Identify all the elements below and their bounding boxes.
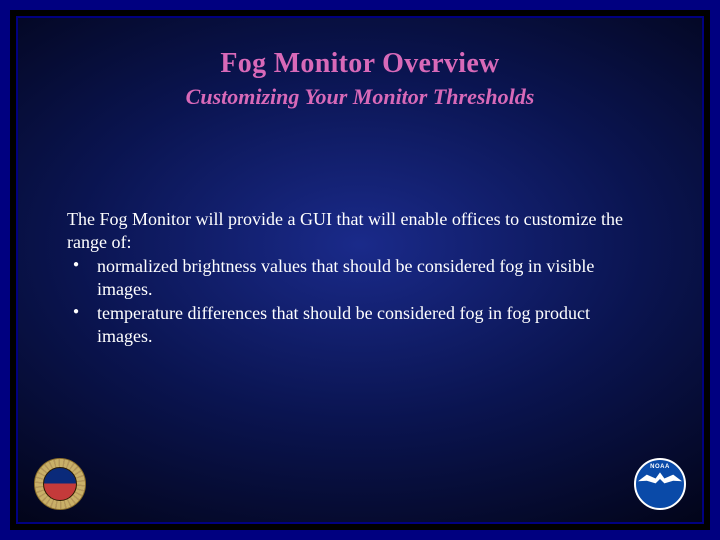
logo-row: NOAA xyxy=(34,458,686,510)
bullet-list: normalized brightness values that should… xyxy=(67,255,633,348)
slide-outer-frame: Fog Monitor Overview Customizing Your Mo… xyxy=(0,0,720,540)
noaa-label: NOAA xyxy=(636,464,684,470)
slide-body: The Fog Monitor will provide a GUI that … xyxy=(63,208,657,348)
intro-text: The Fog Monitor will provide a GUI that … xyxy=(67,208,633,254)
noaa-logo-icon: NOAA xyxy=(634,458,686,510)
slide-title: Fog Monitor Overview xyxy=(63,48,657,80)
nws-seal-icon xyxy=(34,458,86,510)
list-item: normalized brightness values that should… xyxy=(67,255,633,301)
list-item: temperature differences that should be c… xyxy=(67,302,633,348)
slide-subtitle: Customizing Your Monitor Thresholds xyxy=(63,84,657,110)
slide-inner-frame: Fog Monitor Overview Customizing Your Mo… xyxy=(16,16,704,524)
